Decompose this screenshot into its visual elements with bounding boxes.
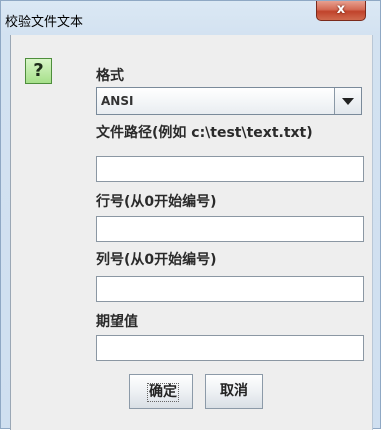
column-number-label: 列号(从0开始编号): [96, 252, 217, 268]
column-number-input[interactable]: [96, 276, 364, 302]
ok-button[interactable]: 确定: [129, 374, 193, 409]
window-title: 校验文件文本: [5, 15, 84, 30]
ok-button-label: 确定: [147, 383, 179, 402]
format-select[interactable]: ANSI: [96, 87, 362, 115]
format-selected-value: ANSI: [101, 94, 134, 108]
close-button[interactable]: x: [316, 1, 366, 21]
path-input[interactable]: [96, 156, 364, 182]
close-icon: x: [336, 2, 346, 17]
path-label: 文件路径(例如 c:\test\text.txt): [96, 125, 313, 141]
line-number-label: 行号(从0开始编号): [96, 194, 217, 210]
format-label: 格式: [96, 68, 124, 84]
chevron-down-icon: [342, 97, 354, 105]
dropdown-arrow-button[interactable]: [334, 88, 361, 114]
line-number-input[interactable]: [96, 216, 364, 242]
question-icon: ?: [25, 58, 52, 84]
cancel-button[interactable]: 取消: [205, 374, 263, 409]
expected-value-input[interactable]: [96, 335, 364, 361]
expected-value-label: 期望值: [96, 314, 138, 330]
dialog-window: 校验文件文本 x ? 格式 ANSI 文件路径(例如 c:\test\text.…: [0, 0, 381, 430]
